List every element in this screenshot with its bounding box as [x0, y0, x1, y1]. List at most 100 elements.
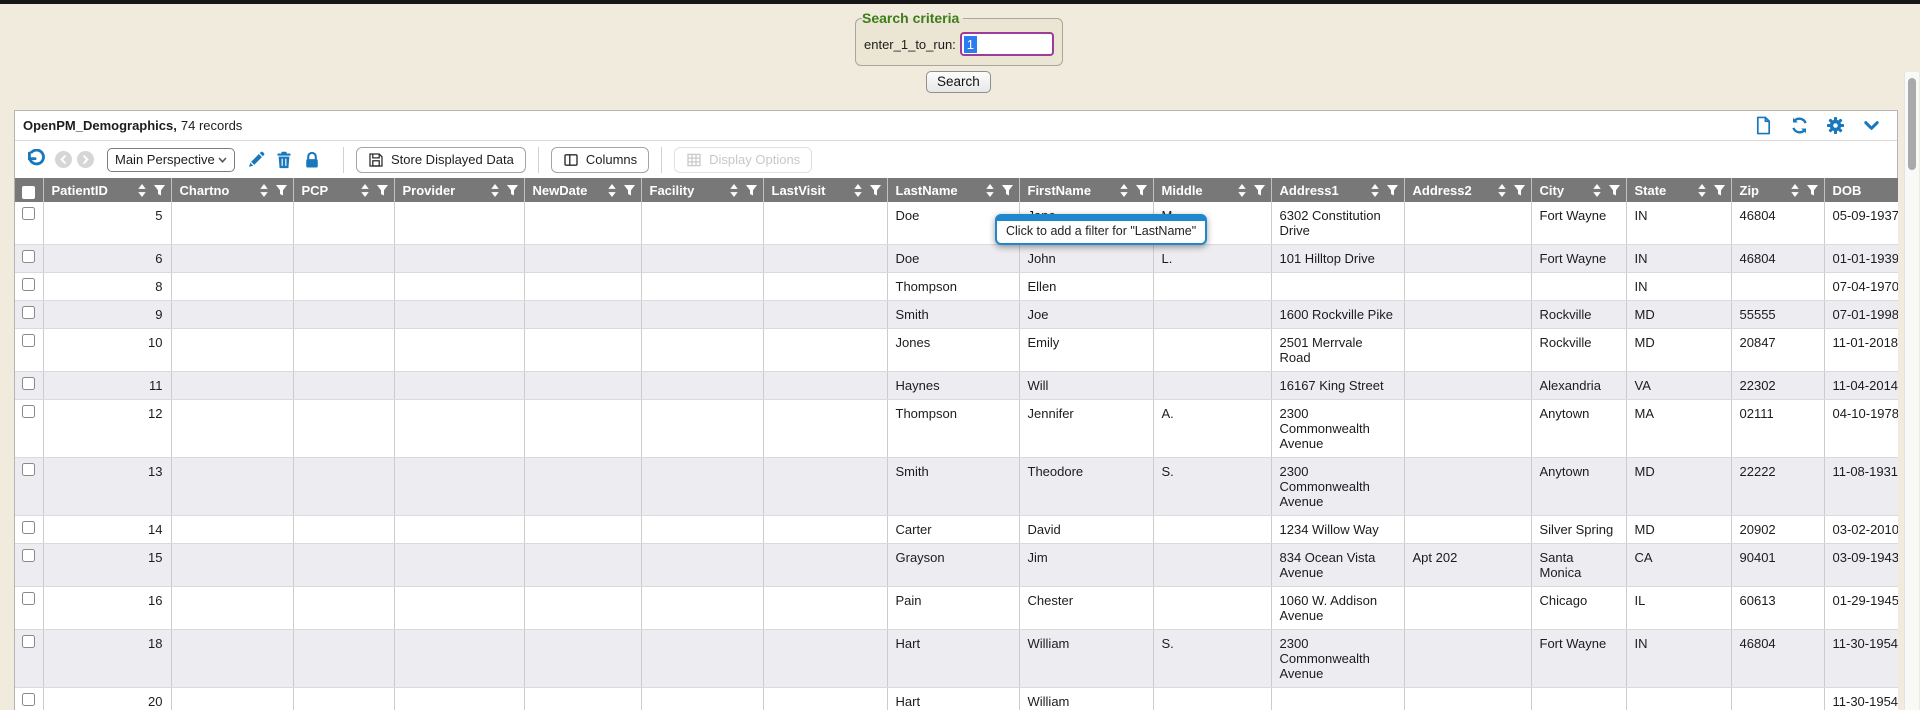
table-row[interactable]: 16PainChester1060 W. Addison AvenueChica… [15, 587, 1898, 630]
sort-icon[interactable] [1592, 184, 1602, 197]
column-header-zip[interactable]: Zip [1731, 178, 1824, 202]
filter-icon[interactable] [746, 185, 757, 196]
new-document-icon[interactable] [1754, 116, 1773, 135]
columns-button[interactable]: Columns [551, 147, 649, 173]
perspective-select[interactable]: Main Perspective [107, 148, 235, 172]
table-row[interactable]: 6DoeJohnL.101 Hilltop DriveFort WayneIN4… [15, 245, 1898, 273]
column-header-dob[interactable]: DOB [1824, 178, 1898, 202]
sort-icon[interactable] [259, 184, 269, 197]
store-displayed-data-button[interactable]: Store Displayed Data [356, 147, 526, 173]
table-row[interactable]: 11HaynesWill16167 King StreetAlexandriaV… [15, 372, 1898, 400]
table-row[interactable]: 13SmithTheodoreS.2300 Commonwealth Avenu… [15, 458, 1898, 516]
cell-provider [394, 587, 524, 630]
row-checkbox[interactable] [22, 635, 35, 648]
cell-city: Silver Spring [1531, 516, 1626, 544]
sort-icon[interactable] [490, 184, 500, 197]
row-checkbox[interactable] [22, 250, 35, 263]
refresh-icon[interactable] [1790, 116, 1809, 135]
filter-icon[interactable] [624, 185, 635, 196]
sort-icon[interactable] [729, 184, 739, 197]
filter-icon[interactable] [870, 185, 881, 196]
trash-icon[interactable] [275, 151, 293, 169]
pencil-icon[interactable] [247, 151, 265, 169]
table-row[interactable]: 12ThompsonJenniferA.2300 Commonwealth Av… [15, 400, 1898, 458]
row-checkbox[interactable] [22, 549, 35, 562]
table-row[interactable]: 5DoeJaneM.6302 Constitution DriveFort Wa… [15, 202, 1898, 245]
row-checkbox[interactable] [22, 405, 35, 418]
sort-icon[interactable] [360, 184, 370, 197]
column-header-address2[interactable]: Address2 [1404, 178, 1531, 202]
sort-icon[interactable] [1119, 184, 1129, 197]
row-checkbox[interactable] [22, 377, 35, 390]
cell-lastvisit [763, 516, 887, 544]
panel-title: OpenPM_Demographics,74 records [23, 118, 242, 133]
sort-icon[interactable] [1497, 184, 1507, 197]
search-button[interactable]: Search [926, 71, 991, 93]
row-checkbox[interactable] [22, 521, 35, 534]
column-header-firstname[interactable]: FirstName [1019, 178, 1153, 202]
select-all-checkbox[interactable] [22, 186, 35, 199]
sort-icon[interactable] [607, 184, 617, 197]
table-row[interactable]: 15GraysonJim834 Ocean Vista AvenueApt 20… [15, 544, 1898, 587]
table-row[interactable]: 8ThompsonEllenIN07-04-1970 [15, 273, 1898, 301]
chevron-down-icon[interactable] [1862, 116, 1881, 135]
display-options-button[interactable]: Display Options [674, 147, 812, 173]
table-row[interactable]: 14CarterDavid1234 Willow WaySilver Sprin… [15, 516, 1898, 544]
table-row[interactable]: 10JonesEmily2501 Merrvale RoadRockvilleM… [15, 329, 1898, 372]
row-checkbox[interactable] [22, 463, 35, 476]
filter-icon[interactable] [1002, 185, 1013, 196]
filter-icon[interactable] [1136, 185, 1147, 196]
sort-icon[interactable] [1370, 184, 1380, 197]
row-checkbox[interactable] [22, 306, 35, 319]
column-header-chartno[interactable]: Chartno [171, 178, 293, 202]
column-header-city[interactable]: City [1531, 178, 1626, 202]
column-header-lastvisit[interactable]: LastVisit [763, 178, 887, 202]
sort-icon[interactable] [1790, 184, 1800, 197]
table-row[interactable]: 20HartWilliam11-30-1954 [15, 688, 1898, 710]
column-header-state[interactable]: State [1626, 178, 1731, 202]
column-header-provider[interactable]: Provider [394, 178, 524, 202]
prev-perspective-button[interactable] [55, 151, 72, 168]
sort-icon[interactable] [985, 184, 995, 197]
filter-icon[interactable] [1254, 185, 1265, 196]
gear-icon[interactable] [1826, 116, 1845, 135]
filter-icon[interactable] [377, 185, 388, 196]
filter-icon[interactable] [1514, 185, 1525, 196]
column-header-address1[interactable]: Address1 [1271, 178, 1404, 202]
row-checkbox[interactable] [22, 592, 35, 605]
cell-newdate [524, 544, 641, 587]
column-header-facility[interactable]: Facility [641, 178, 763, 202]
sort-icon[interactable] [137, 184, 147, 197]
cell-provider [394, 329, 524, 372]
scrollbar-thumb[interactable] [1908, 78, 1916, 170]
sort-icon[interactable] [853, 184, 863, 197]
column-header-newdate[interactable]: NewDate [524, 178, 641, 202]
column-header-middle[interactable]: Middle [1153, 178, 1271, 202]
cell-patientid: 5 [43, 202, 171, 245]
lock-icon[interactable] [303, 151, 321, 169]
filter-icon[interactable] [276, 185, 287, 196]
next-perspective-button[interactable] [77, 151, 94, 168]
filter-icon[interactable] [507, 185, 518, 196]
row-checkbox[interactable] [22, 693, 35, 706]
filter-icon[interactable] [1807, 185, 1818, 196]
filter-icon[interactable] [1714, 185, 1725, 196]
filter-icon[interactable] [154, 185, 165, 196]
column-header-pcp[interactable]: PCP [293, 178, 394, 202]
column-header-lastname[interactable]: LastName [887, 178, 1019, 202]
row-checkbox[interactable] [22, 334, 35, 347]
run-input[interactable]: 1 [960, 32, 1054, 56]
filter-icon[interactable] [1609, 185, 1620, 196]
cell-firstname: John [1019, 245, 1153, 273]
column-header-patientid[interactable]: PatientID [43, 178, 171, 202]
vertical-scrollbar[interactable] [1904, 72, 1919, 710]
table-row[interactable]: 9SmithJoe1600 Rockville PikeRockvilleMD5… [15, 301, 1898, 329]
filter-icon[interactable] [1387, 185, 1398, 196]
row-checkbox[interactable] [22, 207, 35, 220]
undo-icon[interactable] [25, 149, 46, 170]
sort-icon[interactable] [1237, 184, 1247, 197]
table-row[interactable]: 18HartWilliamS.2300 Commonwealth AvenueF… [15, 630, 1898, 688]
row-checkbox[interactable] [22, 278, 35, 291]
sort-icon[interactable] [1697, 184, 1707, 197]
cell-dob: 04-10-1978 [1824, 400, 1898, 458]
